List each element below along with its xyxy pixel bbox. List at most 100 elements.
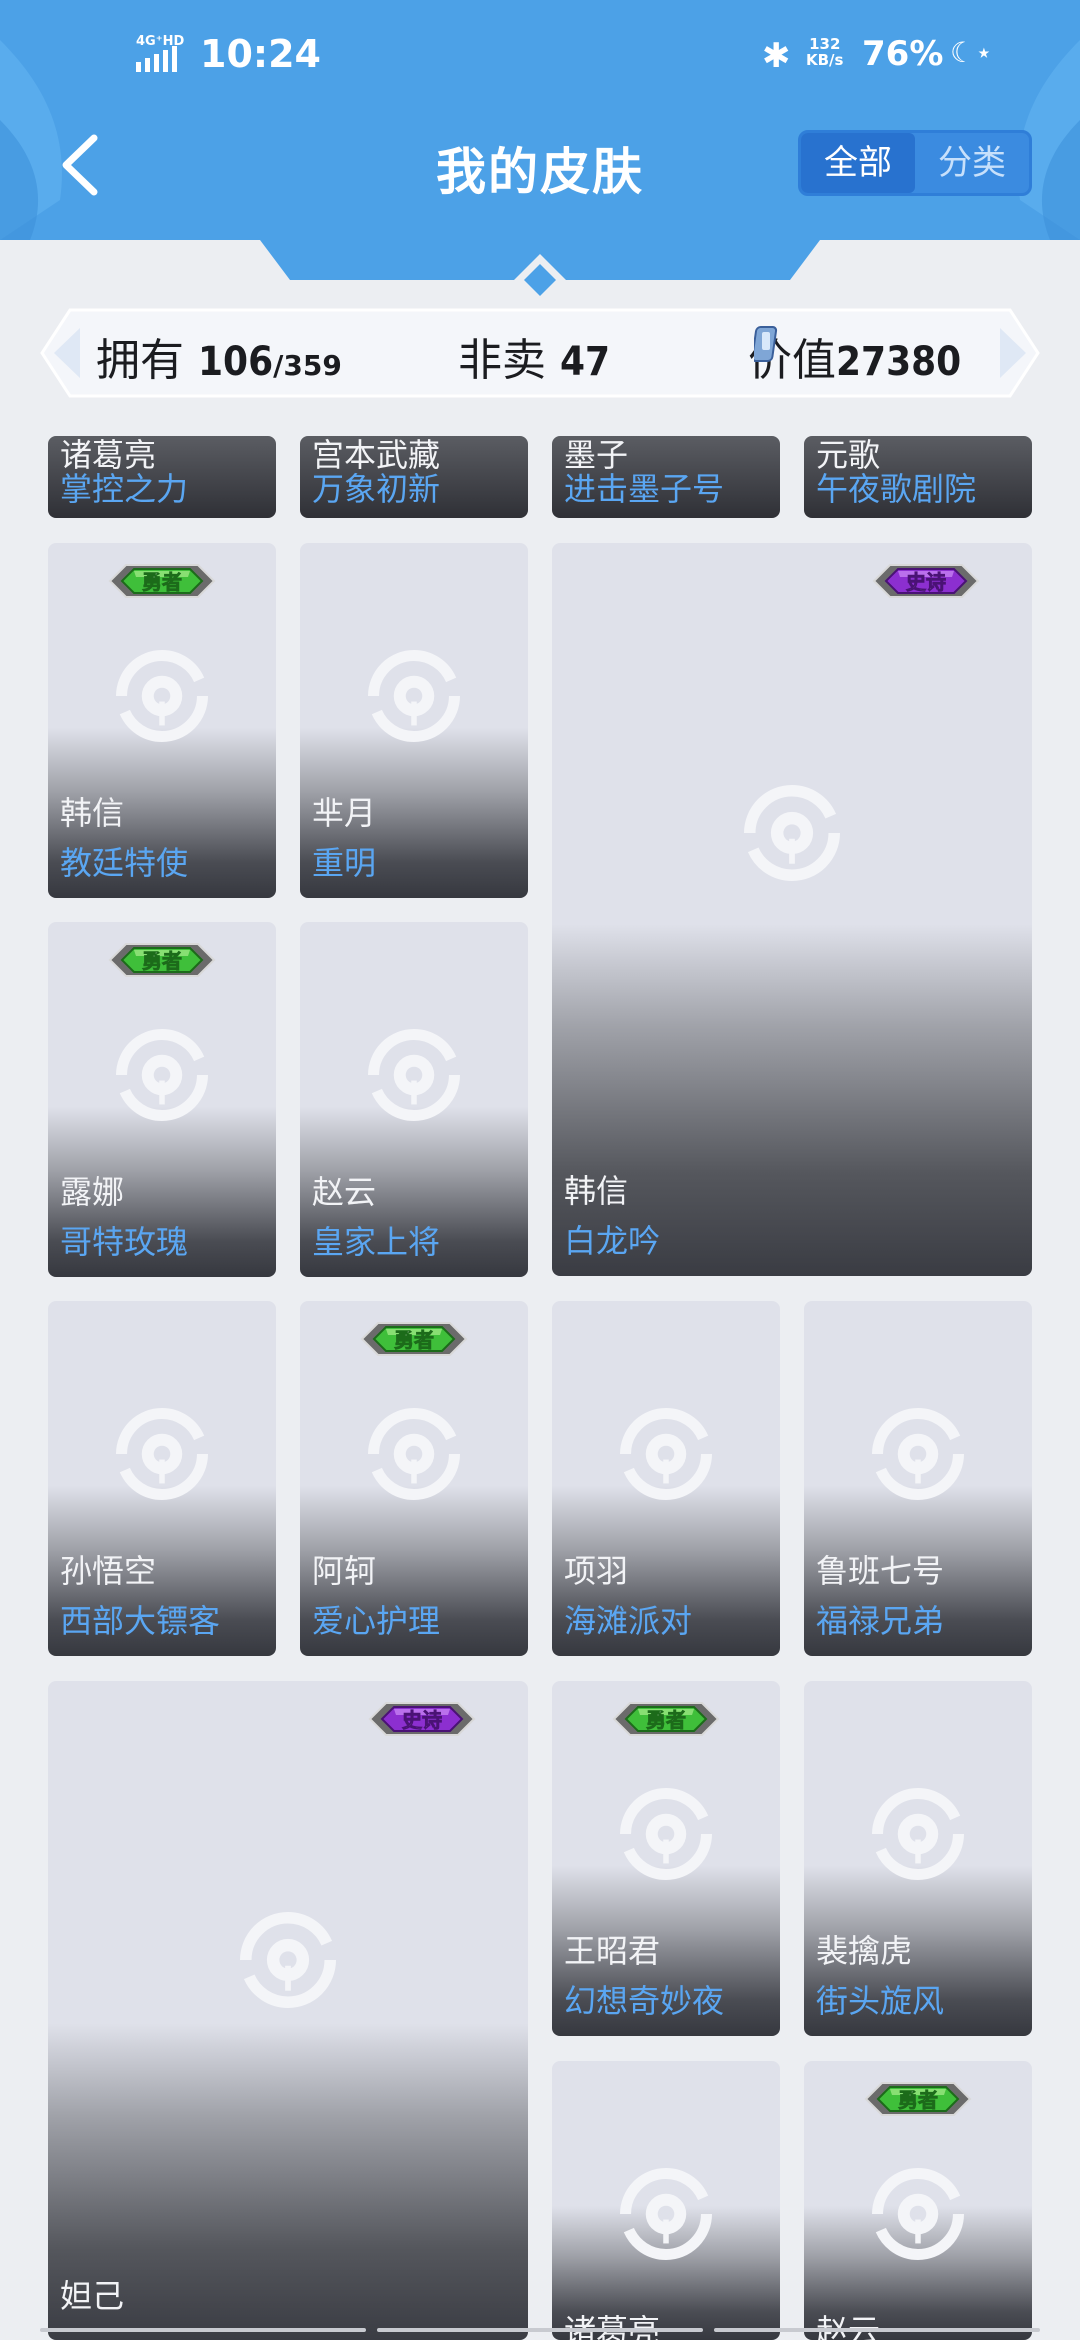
hero-badge: 勇者 <box>108 555 216 611</box>
skin-placeholder-icon <box>368 649 460 742</box>
skin-card[interactable]: 诸葛亮 掌控之力 <box>48 436 276 518</box>
tab-all[interactable]: 全部 <box>801 133 915 193</box>
hero-name: 芈月 <box>312 794 377 832</box>
hero-badge: 勇者 <box>864 2073 972 2129</box>
hero-name: 孙悟空 <box>60 1552 157 1590</box>
skin-name: 西部大镖客 <box>60 1602 221 1640</box>
skin-placeholder-icon <box>620 1407 712 1500</box>
battery-level: 76% <box>862 34 944 74</box>
skin-name: 爱心护理 <box>312 1602 441 1640</box>
skin-name: 哥特玫瑰 <box>60 1223 189 1261</box>
network-speed: 132 KB/s <box>806 36 843 68</box>
svg-text:史诗: 史诗 <box>402 1708 442 1732</box>
hero-badge: 勇者 <box>612 1693 720 1749</box>
stats-bar: 拥有 106/359 非卖 47 价值 27380 <box>40 308 1040 398</box>
skin-card[interactable]: 勇者 阿轲爱心护理 <box>300 1301 528 1656</box>
hero-name: 赵云 <box>312 1173 377 1211</box>
skin-name: 福禄兄弟 <box>816 1602 945 1640</box>
nonsale-value: 47 <box>560 339 611 385</box>
skin-placeholder-icon <box>240 1912 336 2008</box>
skin-card[interactable]: 项羽 海滩派对 <box>552 1301 780 1656</box>
bluetooth-icon: ✱ <box>762 36 791 76</box>
skin-card[interactable]: 勇者 王昭君幻想奇妙夜 <box>552 1681 780 2036</box>
skin-card[interactable]: 鲁班七号 福禄兄弟 <box>804 1301 1032 1656</box>
skin-name: 海滩派对 <box>564 1602 693 1640</box>
hero-name: 裴擒虎 <box>816 1932 913 1970</box>
skin-placeholder-icon <box>116 649 208 742</box>
worth-value: 27380 <box>836 339 962 385</box>
skin-placeholder-icon <box>620 2167 712 2260</box>
skin-card[interactable]: 墨子 进击墨子号 <box>552 436 780 518</box>
signal-icon <box>136 46 177 72</box>
nonsale-label: 非卖 <box>458 335 546 386</box>
diamond-ornament <box>514 254 566 306</box>
epic-badge: 史诗 <box>368 1693 476 1749</box>
hero-name: 韩信 <box>60 794 125 832</box>
hero-name: 赵云 <box>816 2312 881 2340</box>
skin-placeholder-icon <box>872 2167 964 2260</box>
skin-placeholder-icon <box>744 784 840 881</box>
skin-card[interactable]: 史诗 韩信白龙吟 <box>552 543 1032 1276</box>
skin-card[interactable]: 裴擒虎 街头旋风 <box>804 1681 1032 2036</box>
hero-name: 项羽 <box>564 1552 629 1590</box>
skin-placeholder-icon <box>368 1028 460 1121</box>
skin-name: 午夜歌剧院 <box>816 470 977 508</box>
skin-name: 皇家上将 <box>312 1223 441 1261</box>
skin-card[interactable]: 勇者 韩信教廷特使 <box>48 543 276 898</box>
header: 4G⁺HD 10:24 ✱ 132 KB/s 76% ☾⋆ 我的皮肤 全部 分类 <box>0 0 1080 306</box>
owned-count: 拥有 106/359 <box>96 324 342 388</box>
hero-name: 王昭君 <box>564 1932 661 1970</box>
skin-name: 进击墨子号 <box>564 470 725 508</box>
skin-card[interactable]: 芈月 重明 <box>300 543 528 898</box>
skin-placeholder-icon <box>872 1407 964 1500</box>
do-not-disturb-icon: ☾⋆ <box>950 36 993 69</box>
skin-name: 白龙吟 <box>564 1222 661 1260</box>
skin-name: 掌控之力 <box>60 470 189 508</box>
hero-name: 露娜 <box>60 1173 125 1211</box>
hero-name: 妲己 <box>60 2277 125 2315</box>
skin-placeholder-icon <box>116 1407 208 1500</box>
view-toggle: 全部 分类 <box>798 130 1032 196</box>
total-worth: 价值 27380 <box>748 324 961 388</box>
svg-text:勇者: 勇者 <box>646 1708 686 1732</box>
clock: 10:24 <box>200 32 321 76</box>
skin-placeholder-icon <box>368 1407 460 1500</box>
owned-value: 106 <box>198 339 274 385</box>
skin-card[interactable]: 勇者 赵云 <box>804 2061 1032 2340</box>
skin-name: 街头旋风 <box>816 1982 945 2020</box>
svg-text:勇者: 勇者 <box>142 949 182 973</box>
nonsale-count: 非卖 47 <box>458 324 610 388</box>
skin-placeholder-icon <box>620 1787 712 1880</box>
owned-total: /359 <box>273 349 342 382</box>
skin-card[interactable]: 诸葛亮 <box>552 2061 780 2340</box>
speed-unit: KB/s <box>806 51 844 69</box>
scroll-indicator <box>40 2328 1040 2332</box>
hero-name: 鲁班七号 <box>816 1552 945 1590</box>
skin-placeholder-icon <box>116 1028 208 1121</box>
svg-text:勇者: 勇者 <box>898 2088 938 2112</box>
skin-card[interactable]: 赵云 皇家上将 <box>300 922 528 1277</box>
skin-placeholder-icon <box>872 1787 964 1880</box>
status-bar: 4G⁺HD 10:24 ✱ 132 KB/s 76% ☾⋆ <box>0 30 1080 90</box>
hero-name: 诸葛亮 <box>564 2312 661 2340</box>
tab-category[interactable]: 分类 <box>915 133 1029 193</box>
skin-card[interactable]: 孙悟空 西部大镖客 <box>48 1301 276 1656</box>
owned-label: 拥有 <box>96 335 184 386</box>
hero-name: 阿轲 <box>312 1552 377 1590</box>
skin-card[interactable]: 元歌 午夜歌剧院 <box>804 436 1032 518</box>
skin-name: 幻想奇妙夜 <box>564 1982 725 2020</box>
skin-card[interactable]: 宫本武藏 万象初新 <box>300 436 528 518</box>
skin-name: 万象初新 <box>312 470 441 508</box>
skin-card[interactable]: 史诗 妲己 <box>48 1681 528 2340</box>
svg-text:勇者: 勇者 <box>394 1328 434 1352</box>
svg-text:勇者: 勇者 <box>142 570 182 594</box>
skin-name: 教廷特使 <box>60 844 189 882</box>
skin-card[interactable]: 勇者 露娜哥特玫瑰 <box>48 922 276 1277</box>
hero-badge: 勇者 <box>360 1313 468 1369</box>
hero-badge: 勇者 <box>108 934 216 990</box>
hero-name: 韩信 <box>564 1172 629 1210</box>
diamond-currency-icon <box>754 326 778 362</box>
epic-badge: 史诗 <box>872 555 980 611</box>
skin-name: 重明 <box>312 844 377 882</box>
svg-text:史诗: 史诗 <box>906 570 946 594</box>
